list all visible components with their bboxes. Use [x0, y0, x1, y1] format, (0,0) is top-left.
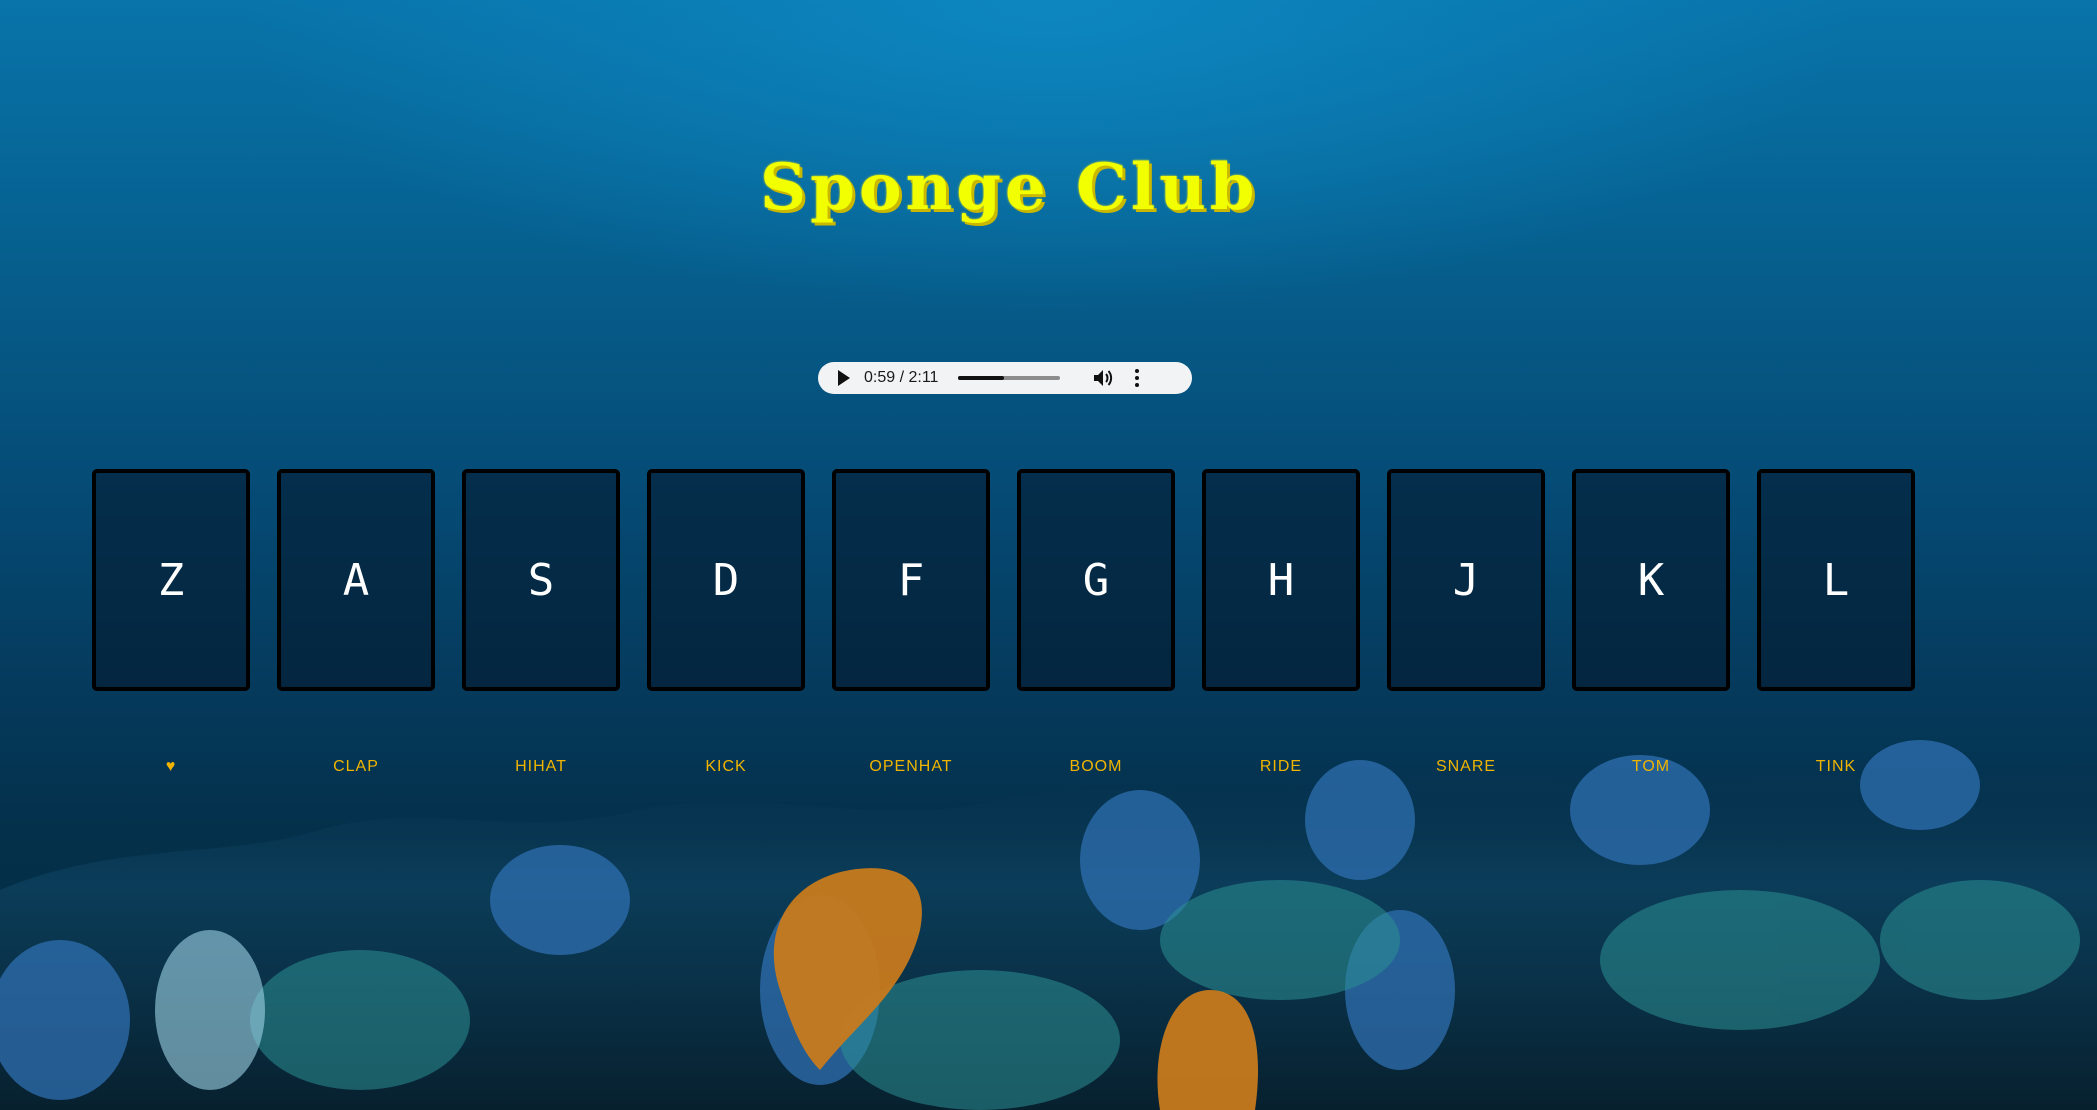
sound-label-row: ♥ CLAP HIHAT KICK OPENHAT BOOM RIDE SNARE TOM TIN…	[92, 758, 1915, 776]
reef-background-image	[0, 690, 2097, 1110]
seek-bar[interactable]	[958, 376, 1061, 380]
drum-pad-z[interactable]: Z	[92, 469, 250, 691]
drum-pad-k[interactable]: K	[1572, 469, 1730, 691]
drum-pad-key-letter: S	[527, 554, 555, 606]
more-options-icon[interactable]	[1134, 369, 1140, 387]
sound-label: BOOM	[1069, 758, 1123, 775]
drum-pad-key-letter: K	[1637, 554, 1665, 606]
drum-pad-f[interactable]: F	[832, 469, 990, 691]
sound-label: ♥	[165, 758, 177, 775]
sound-label: SNARE	[1435, 758, 1497, 775]
play-icon[interactable]	[838, 370, 850, 386]
drum-pad-l[interactable]: L	[1757, 469, 1915, 691]
sound-label: CLAP	[333, 758, 379, 775]
drum-pad-h[interactable]: H	[1202, 469, 1360, 691]
drum-pad-row: ZASDFGHJKL	[92, 469, 1915, 691]
drum-pad-j[interactable]: J	[1387, 469, 1545, 691]
sound-label: RIDE	[1259, 758, 1303, 775]
drum-pad-key-letter: F	[897, 554, 925, 606]
sound-label: HIHAT	[515, 758, 567, 775]
sound-label: OPENHAT	[869, 758, 953, 775]
sound-label: KICK	[705, 758, 747, 775]
drum-pad-key-letter: Z	[157, 554, 185, 606]
audio-player[interactable]: 0:59 / 2:11	[818, 362, 1192, 394]
seek-bar-progress	[958, 376, 1005, 380]
drum-pad-key-letter: D	[712, 554, 740, 606]
page-title: Sponge Club	[760, 150, 1259, 225]
time-display: 0:59 / 2:11	[864, 369, 939, 386]
drum-pad-key-letter: J	[1452, 554, 1480, 606]
drum-pad-key-letter: H	[1267, 554, 1295, 606]
drum-pad-d[interactable]: D	[647, 469, 805, 691]
sound-label: TINK	[1815, 758, 1857, 775]
drum-pad-a[interactable]: A	[277, 469, 435, 691]
drum-pad-g[interactable]: G	[1017, 469, 1175, 691]
volume-icon[interactable]	[1092, 368, 1114, 388]
drum-pad-key-letter: A	[342, 554, 370, 606]
drum-pad-key-letter: L	[1822, 554, 1850, 606]
drum-pad-key-letter: G	[1082, 554, 1110, 606]
sound-label: TOM	[1631, 758, 1671, 775]
drum-pad-s[interactable]: S	[462, 469, 620, 691]
